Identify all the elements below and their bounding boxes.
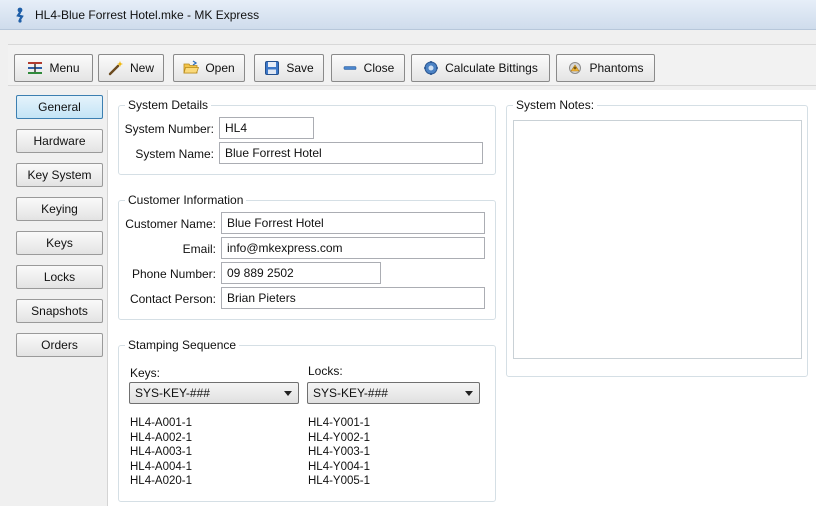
stamping-sequence-legend: Stamping Sequence <box>125 338 240 352</box>
save-button[interactable]: Save <box>254 54 324 82</box>
save-disk-icon <box>264 60 280 76</box>
phantoms-icon <box>567 60 583 76</box>
list-item: HL4-A003-1 <box>130 446 193 458</box>
system-name-label: System Name: <box>135 147 214 161</box>
list-item: HL4-A004-1 <box>130 460 193 473</box>
new-button-label: New <box>129 61 154 75</box>
menu-icon <box>27 60 43 76</box>
customer-name-label: Customer Name: <box>125 217 216 231</box>
email-label: Email: <box>182 242 216 256</box>
open-button-label: Open <box>205 61 235 75</box>
locks-sequence-value: SYS-KEY-### <box>313 386 388 400</box>
list-item: HL4-Y005-1 <box>308 475 371 487</box>
app-logo-icon <box>12 7 28 23</box>
locks-sequence-select[interactable]: SYS-KEY-### <box>307 382 480 404</box>
sidebar-item-keys[interactable]: Keys <box>16 231 103 255</box>
contact-person-label: Contact Person: <box>129 292 216 306</box>
keys-sequence-list: HL4-A001-1 HL4-A002-1 HL4-A003-1 HL4-A00… <box>130 416 192 489</box>
sidebar-item-label: Keys <box>46 236 73 250</box>
sidebar-item-general[interactable]: General <box>16 95 103 119</box>
sidebar-item-label: Snapshots <box>31 304 88 318</box>
close-button[interactable]: Close <box>331 54 405 82</box>
sidebar-item-label: Keying <box>41 202 78 216</box>
menu-button[interactable]: Menu <box>14 54 93 82</box>
customer-info-legend: Customer Information <box>125 193 247 207</box>
phone-number-label: Phone Number: <box>131 267 216 281</box>
system-name-field[interactable]: Blue Forrest Hotel <box>219 142 483 164</box>
sidebar-item-keying[interactable]: Keying <box>16 197 103 221</box>
system-notes-legend: System Notes: <box>513 98 598 112</box>
calculate-bittings-button[interactable]: Calculate Bittings <box>411 54 550 82</box>
list-item: HL4-Y004-1 <box>308 460 371 473</box>
save-button-label: Save <box>286 61 314 75</box>
sidebar-item-snapshots[interactable]: Snapshots <box>16 299 103 323</box>
menu-button-label: Menu <box>49 61 80 75</box>
sidebar-item-label: Orders <box>41 338 78 352</box>
close-button-label: Close <box>363 61 395 75</box>
system-details-group: System Details System Number: HL4 System… <box>118 98 496 175</box>
main-panel: System Details System Number: HL4 System… <box>108 90 816 506</box>
open-folder-icon <box>183 60 200 76</box>
close-minus-icon <box>342 60 358 76</box>
sidebar-item-label: Key System <box>27 168 92 182</box>
chevron-down-icon <box>465 391 473 396</box>
open-button[interactable]: Open <box>173 54 245 82</box>
sidebar-item-key-system[interactable]: Key System <box>16 163 103 187</box>
list-item: HL4-A001-1 <box>130 417 193 429</box>
customer-name-field[interactable]: Blue Forrest Hotel <box>221 212 485 234</box>
locks-sequence-list: HL4-Y001-1 HL4-Y002-1 HL4-Y003-1 HL4-Y00… <box>308 416 370 489</box>
list-item: HL4-A002-1 <box>130 431 193 444</box>
phone-number-field[interactable]: 09 889 2502 <box>221 262 381 284</box>
list-item: HL4-A020-1 <box>130 475 193 487</box>
title-bar: HL4-Blue Forrest Hotel.mke - MK Express <box>0 0 816 30</box>
sidebar-item-locks[interactable]: Locks <box>16 265 103 289</box>
locks-label: Locks: <box>308 364 343 378</box>
customer-info-group: Customer Information Customer Name: Blue… <box>118 193 496 320</box>
system-notes-textarea[interactable] <box>513 120 802 359</box>
system-details-legend: System Details <box>125 98 212 112</box>
contact-person-field[interactable]: Brian Pieters <box>221 287 485 309</box>
chevron-down-icon <box>284 391 292 396</box>
email-field[interactable]: info@mkexpress.com <box>221 237 485 259</box>
calculate-bittings-label: Calculate Bittings <box>445 61 538 75</box>
sidebar-item-orders[interactable]: Orders <box>16 333 103 357</box>
keys-sequence-select[interactable]: SYS-KEY-### <box>129 382 299 404</box>
sidebar-item-label: Locks <box>43 270 76 284</box>
list-item: HL4-Y003-1 <box>308 446 371 458</box>
list-item: HL4-Y002-1 <box>308 431 371 444</box>
sidebar-item-hardware[interactable]: Hardware <box>16 129 103 153</box>
sidebar-item-label: General <box>38 100 81 114</box>
phantoms-button[interactable]: Phantoms <box>556 54 655 82</box>
system-number-field[interactable]: HL4 <box>219 117 314 139</box>
new-button[interactable]: New <box>98 54 164 82</box>
stamping-sequence-group: Stamping Sequence Keys: SYS-KEY-### Lock… <box>118 338 496 502</box>
keys-sequence-value: SYS-KEY-### <box>135 386 210 400</box>
keys-label: Keys: <box>130 366 161 380</box>
phantoms-button-label: Phantoms <box>589 61 644 75</box>
calculate-gear-icon <box>423 60 439 76</box>
system-number-label: System Number: <box>124 122 214 136</box>
sidebar-item-label: Hardware <box>33 134 86 148</box>
window-title: HL4-Blue Forrest Hotel.mke - MK Express <box>35 7 260 22</box>
list-item: HL4-Y001-1 <box>308 417 371 429</box>
new-wand-icon <box>108 60 124 76</box>
